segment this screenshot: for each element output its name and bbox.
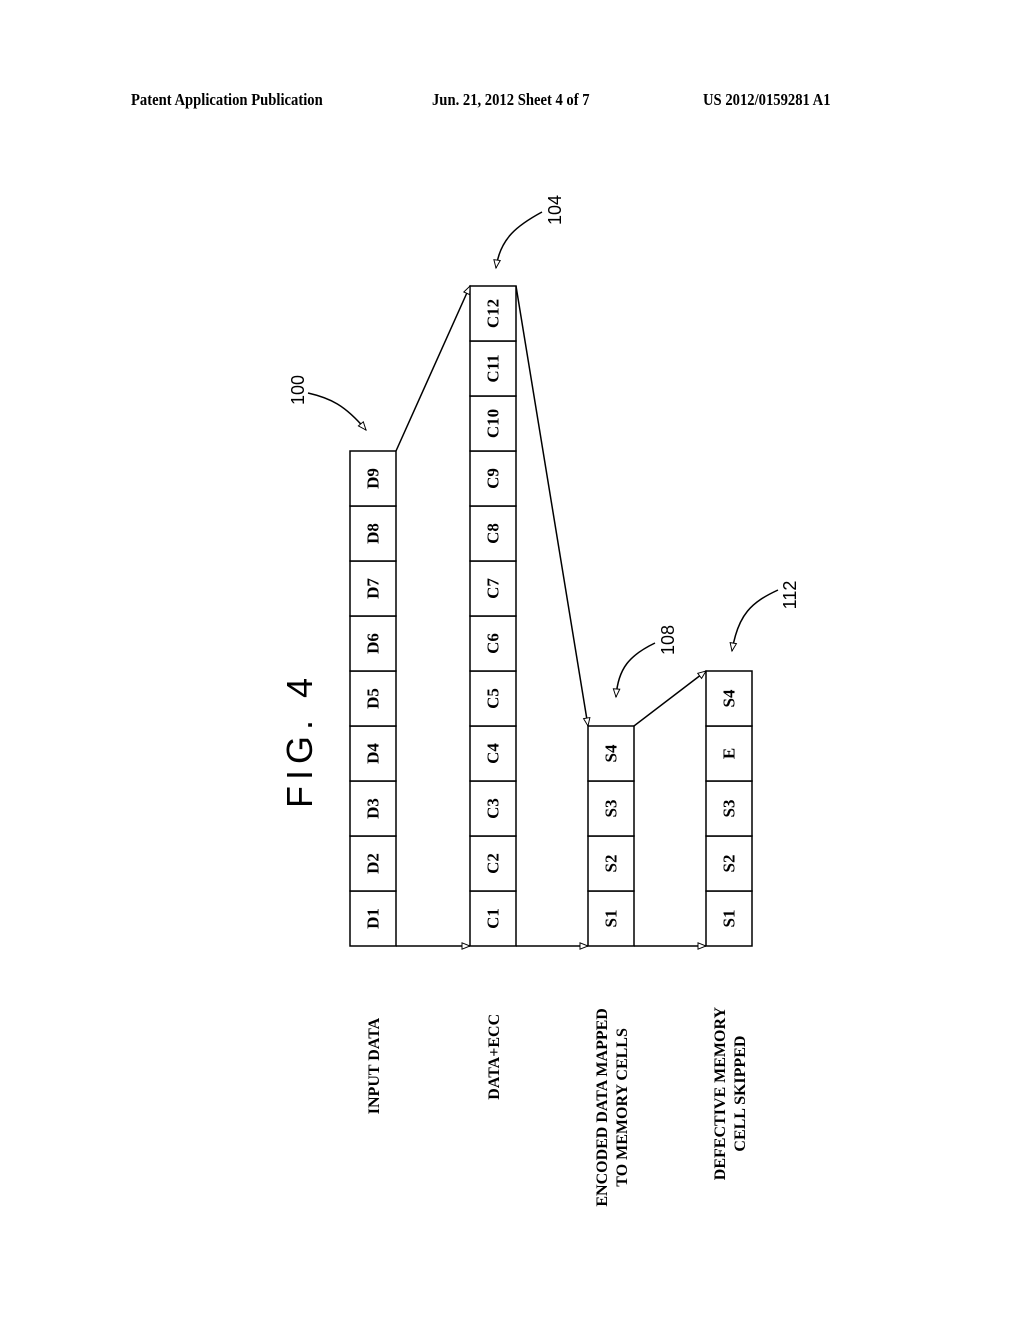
cell-label: S2 [602,855,621,873]
connector-arrow-top [515,285,591,728]
cell-label: C8 [484,523,503,544]
leader-arrow [307,392,367,431]
reference-numeral: 108 [658,625,678,655]
row-label-line: DATA+ECC [486,1014,503,1100]
row-label: DEFECTIVE MEMORY CELL SKIPPED [712,1007,749,1181]
leader-arrow [612,642,656,699]
cell-label: D4 [364,743,383,764]
memory-column: C1 C2 C3 C4 C5 C6 C7 C8 C9 C10 C11 C12 [469,285,517,947]
reference-numeral: 100 [288,375,308,405]
row-label-line: DEFECTIVE MEMORY [712,1007,729,1181]
row-label-line: ENCODED DATA MAPPED [594,1008,611,1207]
cell-label: C4 [484,743,503,764]
row-label-line: INPUT DATA [366,1017,383,1114]
cell-label: C12 [484,299,503,328]
cell-label: E [720,748,739,759]
leader-arrow [729,589,779,653]
memory-column: S1 S2 S3 E S4 [705,670,753,947]
cell-label: C5 [484,688,503,709]
cell-label: S1 [602,910,621,928]
cell-label: D2 [364,853,383,874]
row-label: DATA+ECC [486,1014,503,1100]
cell-label: D5 [364,688,383,709]
cell-label: S4 [720,689,739,707]
cell-label: D3 [364,798,383,819]
connector-arrow-top [395,284,471,452]
memory-column: D1 D2 D3 D4 D5 D6 D7 D8 D9 [349,450,397,947]
cell-label: S3 [602,800,621,818]
row-label: INPUT DATA [366,1017,383,1114]
cell-label: S2 [720,855,739,873]
cell-label: D9 [364,468,383,489]
reference-numeral: 104 [545,195,565,225]
row-label-line: TO MEMORY CELLS [614,1028,631,1187]
cell-label: C2 [484,853,503,874]
cell-label: S3 [720,800,739,818]
figure-title: FIG. 4 [279,672,320,808]
cell-label: S4 [602,744,621,762]
cell-label: D6 [364,633,383,654]
cell-label: D1 [364,908,383,929]
cell-label: S1 [720,910,739,928]
cell-label: C3 [484,798,503,819]
leader-arrow [493,211,543,270]
connector-arrow-top [633,670,708,727]
cell-label: C1 [484,908,503,929]
row-label: ENCODED DATA MAPPED TO MEMORY CELLS [594,1008,631,1207]
figure-diagram: FIG. 4 D1 D2 D3 D4 D5 D6 D7 D8 D9 100 INPUT DATA C1… [279,195,800,1207]
cell-label: D8 [364,523,383,544]
row-label-line: CELL SKIPPED [732,1036,749,1152]
cell-label: C10 [484,409,503,438]
cell-label: C9 [484,468,503,489]
cell-label: C11 [484,354,503,382]
cell-label: C7 [484,578,503,599]
reference-numeral: 112 [780,581,800,610]
cell-label: D7 [364,578,383,599]
memory-column: S1 S2 S3 S4 [587,725,635,947]
cell-label: C6 [484,633,503,654]
